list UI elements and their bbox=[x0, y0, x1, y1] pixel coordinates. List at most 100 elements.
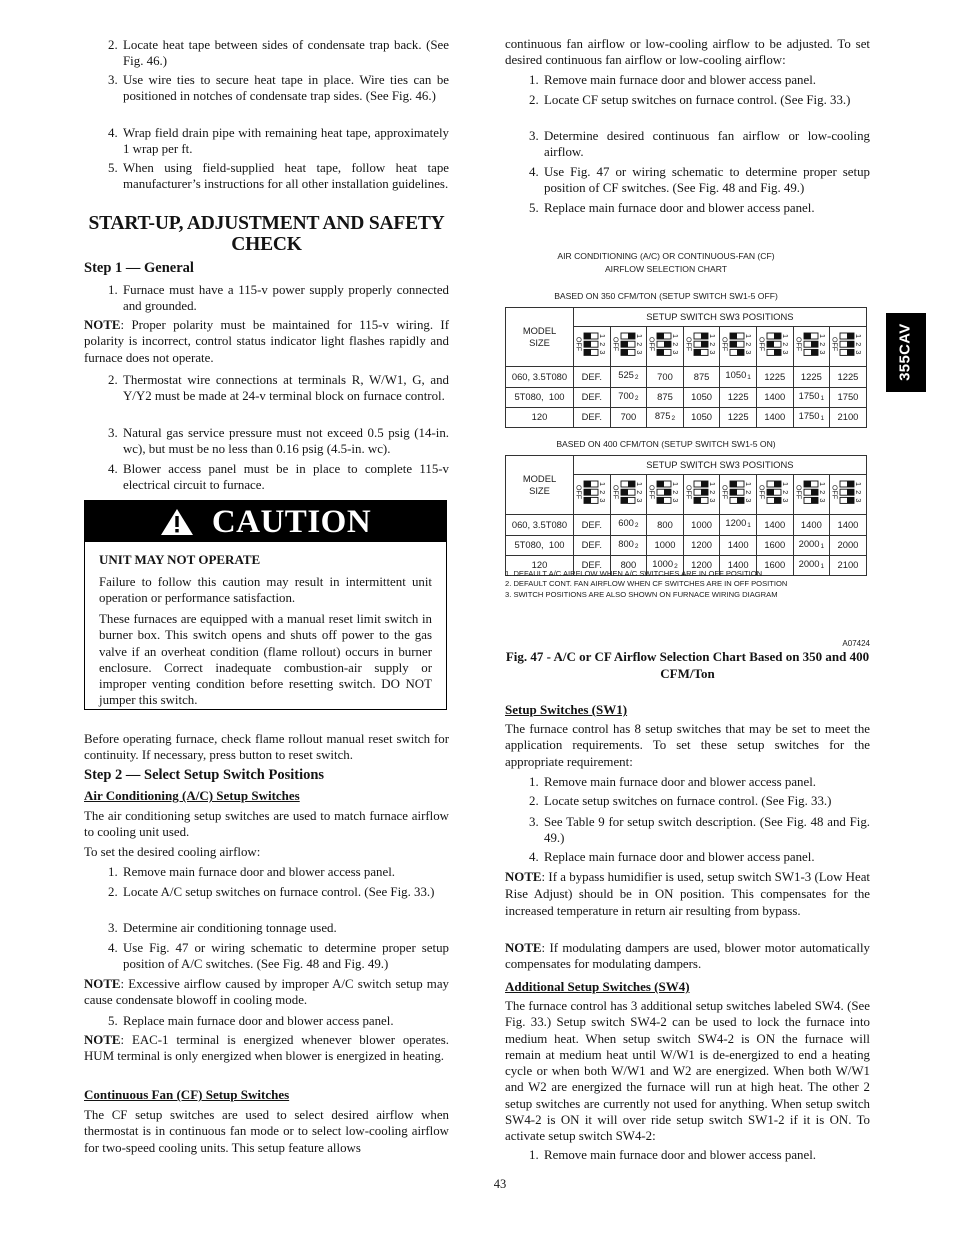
note-paragraph: NOTE: If modulating dampers are used, bl… bbox=[505, 940, 870, 973]
switch-lever-off bbox=[657, 481, 665, 487]
item-number: 3. bbox=[108, 426, 118, 440]
switch-lever-off bbox=[620, 341, 628, 348]
switch-lever-off bbox=[584, 341, 591, 348]
switch-number: 3 bbox=[598, 498, 607, 502]
list-item: 1. Furnace must have a 115-v power supply… bbox=[84, 282, 449, 315]
switch-lever-on bbox=[700, 481, 708, 487]
table-row: 5T080, 100 DEF. 7002 875 1050 1225 1400 17501 17… bbox=[505, 386, 867, 408]
switch-lever-on bbox=[664, 489, 672, 496]
chart-footnotes: 1. DEFAULT A/C AIRFLOW WHEN A/C SWITCHES… bbox=[505, 569, 870, 600]
switch-number: 2 bbox=[854, 342, 863, 346]
dip-switch-diagram: OFF 1 2 3 bbox=[757, 332, 790, 356]
airflow-cell: 6002 bbox=[609, 514, 648, 536]
airflow-value: 600 bbox=[618, 517, 634, 529]
switch-position-cell: OFF 1 2 3 bbox=[719, 325, 757, 368]
switch-lever-off bbox=[620, 349, 628, 356]
airflow-cell: 8752 bbox=[646, 406, 684, 429]
switch-position-cell: OFF 1 2 3 bbox=[792, 325, 831, 368]
switch-number: 3 bbox=[671, 350, 680, 354]
switch-lever-on bbox=[847, 349, 855, 356]
switch-number: 3 bbox=[744, 498, 753, 502]
item-number: 1. bbox=[529, 73, 539, 87]
switch-number: 2 bbox=[708, 342, 717, 346]
switch-number: 1 bbox=[635, 482, 644, 486]
list-item: 5. When using field-supplied heat tape, f… bbox=[84, 160, 449, 193]
dip-switch-diagram: OFF 1 2 3 bbox=[611, 332, 644, 356]
switch-off-label: OFF bbox=[757, 485, 766, 500]
paragraph: The furnace control has 8 setup switches… bbox=[505, 722, 870, 769]
switch-lever-off bbox=[657, 333, 665, 339]
item-number: 2. bbox=[529, 794, 539, 808]
switch-number: 3 bbox=[708, 498, 717, 502]
switch-lever-off bbox=[620, 489, 628, 496]
airflow-cell: DEF. bbox=[573, 534, 611, 556]
switch-number: 1 bbox=[598, 334, 607, 338]
item-number: 4. bbox=[108, 126, 118, 140]
footnote-marker: 1 bbox=[820, 394, 825, 402]
dip-switch-diagram: OFF 1 2 3 bbox=[831, 332, 863, 356]
dip-switch-diagram: OFF 1 2 3 bbox=[721, 480, 753, 504]
airflow-table-400: MODEL SIZE SETUP SWITCH SW3 POSITIONS OFF 1 2… bbox=[505, 454, 867, 577]
dip-switch-diagram: OFF 1 2 3 bbox=[611, 480, 644, 504]
switch-number: 1 bbox=[854, 482, 863, 486]
dip-switch-diagram: OFF 1 2 3 bbox=[684, 480, 717, 504]
airflow-cell: 1000 bbox=[646, 534, 684, 556]
footnote-marker: 1 bbox=[820, 542, 825, 550]
switch-number: 3 bbox=[818, 350, 827, 354]
paragraph: Before operating furnace, check flame ro… bbox=[84, 732, 449, 763]
table-subtitle: BASED ON 350 CFM/TON (SETUP SWITCH SW1-5… bbox=[554, 291, 778, 301]
list-item: 3. Use wire ties to secure heat tape in p… bbox=[84, 72, 449, 105]
paragraph: The furnace control has 3 additional set… bbox=[505, 999, 870, 1144]
switch-off-label: OFF bbox=[831, 485, 840, 500]
airflow-cell: 17501 bbox=[792, 406, 831, 429]
airflow-cell: 1225 bbox=[792, 366, 831, 388]
switch-lever-on bbox=[773, 333, 781, 339]
item-number: 3. bbox=[108, 73, 118, 87]
item-number: 1. bbox=[108, 865, 118, 879]
switch-lever-on bbox=[810, 489, 818, 496]
item-text: Replace main furnace door and blower acc… bbox=[544, 850, 815, 864]
paragraph: The CF setup switches are used to select… bbox=[84, 1108, 449, 1155]
dip-switch-diagram: OFF 1 2 3 bbox=[794, 332, 827, 356]
switch-number: 1 bbox=[635, 334, 644, 338]
item-text: Determine desired continuous fan airflow… bbox=[544, 129, 870, 160]
airflow-cell: 5252 bbox=[609, 366, 648, 388]
airflow-value: 875 bbox=[654, 409, 671, 421]
switch-lever-off bbox=[584, 497, 591, 504]
list-item: 5. Replace main furnace door and blower a… bbox=[84, 1013, 449, 1029]
airflow-cell: 1400 bbox=[829, 514, 867, 536]
switch-lever-on bbox=[847, 497, 855, 504]
airflow-cell: 1750 bbox=[829, 386, 867, 408]
model-size-header-line: SIZE bbox=[529, 485, 550, 497]
item-text: Locate CF setup switches on furnace cont… bbox=[544, 93, 851, 107]
table-row: 5T080, 100 DEF. 8002 1000 1200 1400 1600 20001 2… bbox=[505, 534, 867, 556]
item-text: Remove main furnace door and blower acce… bbox=[544, 1148, 817, 1162]
list-item: 3. Determine air conditioning tonnage use… bbox=[84, 920, 449, 936]
switch-off-label: OFF bbox=[611, 337, 620, 352]
airflow-cell: 700 bbox=[609, 406, 648, 429]
switch-position-cell: OFF 1 2 3 bbox=[829, 473, 867, 516]
switch-lever-off bbox=[584, 481, 591, 487]
caution-header: CAUTION bbox=[85, 501, 446, 542]
switch-lever-on bbox=[773, 497, 781, 504]
airflow-cell: 1400 bbox=[755, 514, 794, 536]
note-label: NOTE bbox=[505, 941, 542, 955]
switch-position-cell: OFF 1 2 3 bbox=[573, 325, 611, 368]
airflow-cell: 1600 bbox=[755, 534, 794, 556]
list-item: 5. Replace main furnace door and blower a… bbox=[505, 200, 870, 216]
item-text: See Table 9 for setup switch description… bbox=[544, 815, 870, 846]
airflow-cell: DEF. bbox=[573, 406, 611, 429]
switch-lever-on bbox=[847, 341, 855, 348]
switch-number: 2 bbox=[781, 342, 790, 346]
airflow-cell: 1225 bbox=[829, 366, 867, 388]
note-text: : If a bypass humidifier is used, setup … bbox=[505, 870, 870, 918]
switch-lever-off bbox=[730, 333, 738, 339]
airflow-cell: DEF. bbox=[573, 386, 611, 408]
switch-position-cell: OFF 1 2 3 bbox=[829, 325, 867, 368]
table-subtitle: BASED ON 400 CFM/TON (SETUP SWITCH SW1-5… bbox=[556, 439, 776, 449]
footnote-marker: 2 bbox=[671, 414, 676, 422]
airflow-cell: DEF. bbox=[573, 366, 611, 388]
airflow-cell: 1000 bbox=[682, 514, 721, 536]
dip-switch-diagram: OFF 1 2 3 bbox=[757, 480, 790, 504]
list-item: 4. Wrap field drain pipe with remaining h… bbox=[84, 125, 449, 158]
